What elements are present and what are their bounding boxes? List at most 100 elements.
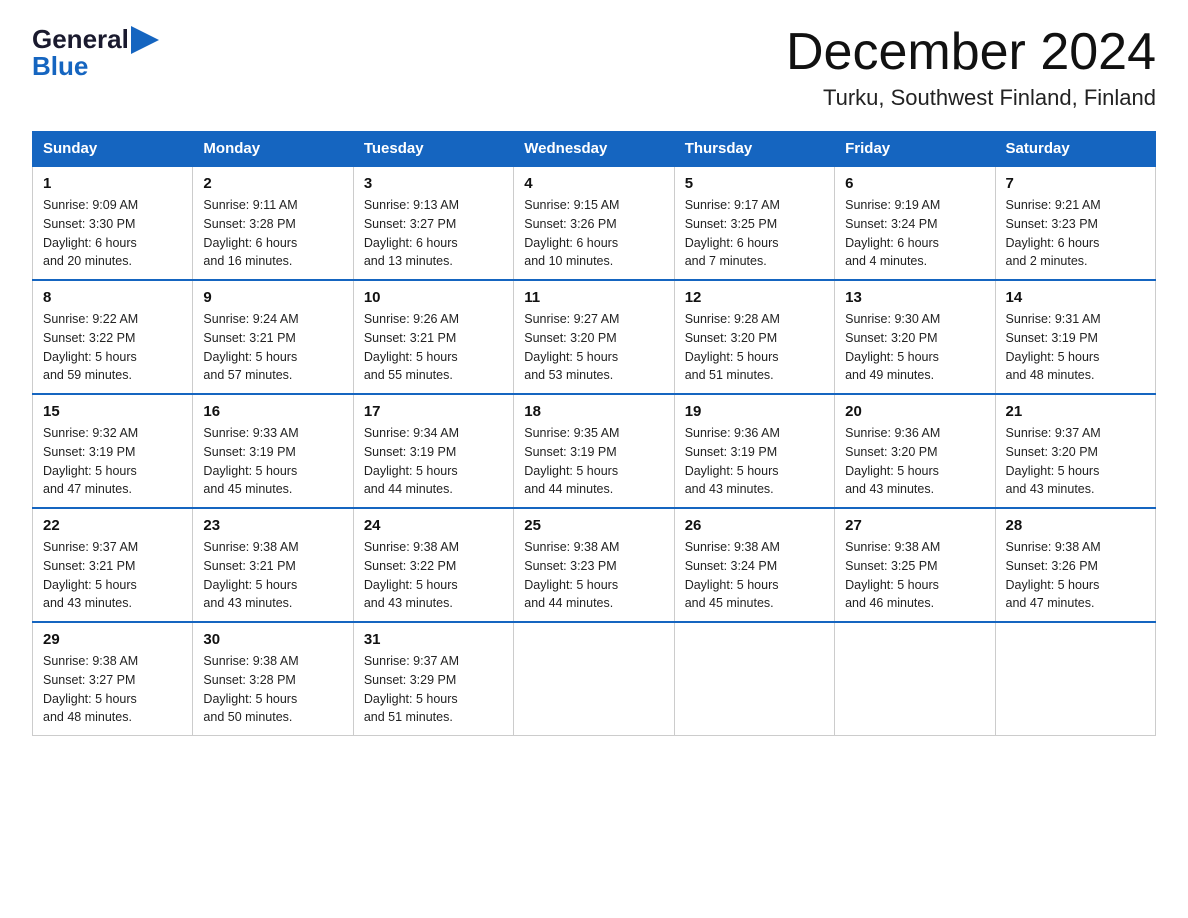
day-info: Sunrise: 9:27 AMSunset: 3:20 PMDaylight:…: [524, 310, 663, 385]
day-number: 2: [203, 175, 342, 192]
day-number: 31: [364, 631, 503, 648]
col-friday: Friday: [835, 132, 995, 167]
day-info: Sunrise: 9:38 AMSunset: 3:28 PMDaylight:…: [203, 652, 342, 727]
day-number: 19: [685, 403, 824, 420]
logo: General Blue: [32, 24, 159, 82]
day-info: Sunrise: 9:22 AMSunset: 3:22 PMDaylight:…: [43, 310, 182, 385]
calendar-header-row: Sunday Monday Tuesday Wednesday Thursday…: [33, 132, 1156, 167]
day-number: 24: [364, 517, 503, 534]
day-info: Sunrise: 9:36 AMSunset: 3:20 PMDaylight:…: [845, 424, 984, 499]
day-info: Sunrise: 9:17 AMSunset: 3:25 PMDaylight:…: [685, 196, 824, 271]
day-info: Sunrise: 9:34 AMSunset: 3:19 PMDaylight:…: [364, 424, 503, 499]
day-info: Sunrise: 9:09 AMSunset: 3:30 PMDaylight:…: [43, 196, 182, 271]
table-row: [674, 622, 834, 736]
table-row: 26 Sunrise: 9:38 AMSunset: 3:24 PMDaylig…: [674, 508, 834, 622]
day-info: Sunrise: 9:37 AMSunset: 3:21 PMDaylight:…: [43, 538, 182, 613]
col-wednesday: Wednesday: [514, 132, 674, 167]
day-info: Sunrise: 9:31 AMSunset: 3:19 PMDaylight:…: [1006, 310, 1145, 385]
table-row: 2 Sunrise: 9:11 AMSunset: 3:28 PMDayligh…: [193, 166, 353, 280]
day-number: 4: [524, 175, 663, 192]
day-number: 18: [524, 403, 663, 420]
day-info: Sunrise: 9:24 AMSunset: 3:21 PMDaylight:…: [203, 310, 342, 385]
col-sunday: Sunday: [33, 132, 193, 167]
calendar-week-row: 29 Sunrise: 9:38 AMSunset: 3:27 PMDaylig…: [33, 622, 1156, 736]
day-info: Sunrise: 9:37 AMSunset: 3:29 PMDaylight:…: [364, 652, 503, 727]
table-row: 20 Sunrise: 9:36 AMSunset: 3:20 PMDaylig…: [835, 394, 995, 508]
day-info: Sunrise: 9:33 AMSunset: 3:19 PMDaylight:…: [203, 424, 342, 499]
table-row: 21 Sunrise: 9:37 AMSunset: 3:20 PMDaylig…: [995, 394, 1155, 508]
day-info: Sunrise: 9:21 AMSunset: 3:23 PMDaylight:…: [1006, 196, 1145, 271]
day-info: Sunrise: 9:28 AMSunset: 3:20 PMDaylight:…: [685, 310, 824, 385]
logo-arrow-icon: [131, 26, 159, 54]
calendar-week-row: 22 Sunrise: 9:37 AMSunset: 3:21 PMDaylig…: [33, 508, 1156, 622]
col-thursday: Thursday: [674, 132, 834, 167]
col-tuesday: Tuesday: [353, 132, 513, 167]
title-section: December 2024 Turku, Southwest Finland, …: [786, 24, 1156, 111]
table-row: 13 Sunrise: 9:30 AMSunset: 3:20 PMDaylig…: [835, 280, 995, 394]
table-row: 8 Sunrise: 9:22 AMSunset: 3:22 PMDayligh…: [33, 280, 193, 394]
day-info: Sunrise: 9:35 AMSunset: 3:19 PMDaylight:…: [524, 424, 663, 499]
day-number: 6: [845, 175, 984, 192]
day-number: 28: [1006, 517, 1145, 534]
table-row: [995, 622, 1155, 736]
table-row: 31 Sunrise: 9:37 AMSunset: 3:29 PMDaylig…: [353, 622, 513, 736]
calendar-week-row: 15 Sunrise: 9:32 AMSunset: 3:19 PMDaylig…: [33, 394, 1156, 508]
day-number: 21: [1006, 403, 1145, 420]
table-row: 25 Sunrise: 9:38 AMSunset: 3:23 PMDaylig…: [514, 508, 674, 622]
day-info: Sunrise: 9:19 AMSunset: 3:24 PMDaylight:…: [845, 196, 984, 271]
day-number: 5: [685, 175, 824, 192]
table-row: 30 Sunrise: 9:38 AMSunset: 3:28 PMDaylig…: [193, 622, 353, 736]
day-info: Sunrise: 9:26 AMSunset: 3:21 PMDaylight:…: [364, 310, 503, 385]
day-info: Sunrise: 9:38 AMSunset: 3:22 PMDaylight:…: [364, 538, 503, 613]
day-info: Sunrise: 9:32 AMSunset: 3:19 PMDaylight:…: [43, 424, 182, 499]
table-row: 1 Sunrise: 9:09 AMSunset: 3:30 PMDayligh…: [33, 166, 193, 280]
day-number: 1: [43, 175, 182, 192]
day-number: 14: [1006, 289, 1145, 306]
calendar-week-row: 1 Sunrise: 9:09 AMSunset: 3:30 PMDayligh…: [33, 166, 1156, 280]
table-row: 23 Sunrise: 9:38 AMSunset: 3:21 PMDaylig…: [193, 508, 353, 622]
day-info: Sunrise: 9:38 AMSunset: 3:23 PMDaylight:…: [524, 538, 663, 613]
day-number: 26: [685, 517, 824, 534]
day-info: Sunrise: 9:36 AMSunset: 3:19 PMDaylight:…: [685, 424, 824, 499]
day-info: Sunrise: 9:30 AMSunset: 3:20 PMDaylight:…: [845, 310, 984, 385]
table-row: 3 Sunrise: 9:13 AMSunset: 3:27 PMDayligh…: [353, 166, 513, 280]
day-info: Sunrise: 9:38 AMSunset: 3:25 PMDaylight:…: [845, 538, 984, 613]
day-info: Sunrise: 9:37 AMSunset: 3:20 PMDaylight:…: [1006, 424, 1145, 499]
day-info: Sunrise: 9:38 AMSunset: 3:26 PMDaylight:…: [1006, 538, 1145, 613]
table-row: 17 Sunrise: 9:34 AMSunset: 3:19 PMDaylig…: [353, 394, 513, 508]
table-row: [514, 622, 674, 736]
day-info: Sunrise: 9:38 AMSunset: 3:27 PMDaylight:…: [43, 652, 182, 727]
table-row: 12 Sunrise: 9:28 AMSunset: 3:20 PMDaylig…: [674, 280, 834, 394]
table-row: 22 Sunrise: 9:37 AMSunset: 3:21 PMDaylig…: [33, 508, 193, 622]
logo-blue-text: Blue: [32, 51, 88, 82]
table-row: 19 Sunrise: 9:36 AMSunset: 3:19 PMDaylig…: [674, 394, 834, 508]
day-number: 20: [845, 403, 984, 420]
table-row: 24 Sunrise: 9:38 AMSunset: 3:22 PMDaylig…: [353, 508, 513, 622]
day-number: 25: [524, 517, 663, 534]
table-row: 29 Sunrise: 9:38 AMSunset: 3:27 PMDaylig…: [33, 622, 193, 736]
month-title: December 2024: [786, 24, 1156, 81]
col-monday: Monday: [193, 132, 353, 167]
table-row: 28 Sunrise: 9:38 AMSunset: 3:26 PMDaylig…: [995, 508, 1155, 622]
day-number: 7: [1006, 175, 1145, 192]
day-info: Sunrise: 9:38 AMSunset: 3:24 PMDaylight:…: [685, 538, 824, 613]
day-info: Sunrise: 9:13 AMSunset: 3:27 PMDaylight:…: [364, 196, 503, 271]
day-number: 30: [203, 631, 342, 648]
table-row: 7 Sunrise: 9:21 AMSunset: 3:23 PMDayligh…: [995, 166, 1155, 280]
table-row: 11 Sunrise: 9:27 AMSunset: 3:20 PMDaylig…: [514, 280, 674, 394]
day-number: 22: [43, 517, 182, 534]
table-row: 16 Sunrise: 9:33 AMSunset: 3:19 PMDaylig…: [193, 394, 353, 508]
day-number: 16: [203, 403, 342, 420]
day-info: Sunrise: 9:38 AMSunset: 3:21 PMDaylight:…: [203, 538, 342, 613]
calendar-week-row: 8 Sunrise: 9:22 AMSunset: 3:22 PMDayligh…: [33, 280, 1156, 394]
day-number: 9: [203, 289, 342, 306]
location: Turku, Southwest Finland, Finland: [786, 85, 1156, 111]
day-number: 13: [845, 289, 984, 306]
day-number: 12: [685, 289, 824, 306]
day-number: 17: [364, 403, 503, 420]
day-number: 27: [845, 517, 984, 534]
table-row: 14 Sunrise: 9:31 AMSunset: 3:19 PMDaylig…: [995, 280, 1155, 394]
table-row: 5 Sunrise: 9:17 AMSunset: 3:25 PMDayligh…: [674, 166, 834, 280]
day-number: 29: [43, 631, 182, 648]
day-number: 3: [364, 175, 503, 192]
